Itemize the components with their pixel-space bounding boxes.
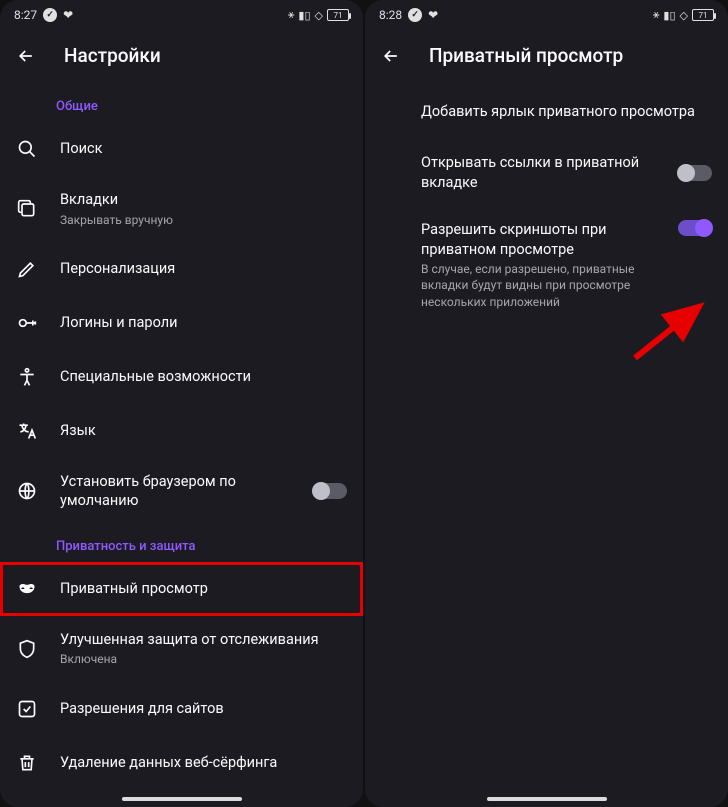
appbar: Настройки [0,30,363,85]
status-time: 8:27 [14,8,37,22]
mask-icon [16,579,38,599]
tabs-icon [16,199,38,219]
nav-handle[interactable] [487,797,607,801]
page-title: Настройки [64,44,161,67]
row-label: Разрешить скриншоты при приватном просмо… [421,220,656,259]
check-icon: ✓ [408,8,422,22]
accessibility-icon [16,367,38,387]
language-icon [16,421,38,441]
row-label: Специальные возможности [60,367,347,387]
row-tracking-protection[interactable]: Улучшенная защита от отслеживания Включе… [0,616,363,682]
wifi-icon: ◇ [315,9,323,22]
row-label: Удаление данных веб-сёрфинга [60,753,347,773]
battery-icon: 71 [692,9,714,21]
wifi-icon: ◇ [680,9,688,22]
row-sublabel: Включена [60,651,347,667]
row-allow-screenshots[interactable]: Разрешить скриншоты при приватном просмо… [365,206,728,324]
row-search[interactable]: Поиск [0,122,363,176]
status-time: 8:28 [379,8,402,22]
signal-icon: ▮▯ [298,9,310,22]
shield-icon [16,639,38,659]
bluetooth-icon: ⚹ [288,8,295,22]
row-delete-browsing-data[interactable]: Удаление данных веб-сёрфинга [0,736,363,790]
search-icon [16,139,38,159]
battery-icon: 71 [327,9,349,21]
row-default-browser[interactable]: Установить браузером по умолчанию [0,458,363,525]
row-label: Вкладки [60,190,347,210]
row-add-shortcut[interactable]: Добавить ярлык приватного просмотра [365,85,728,139]
section-privacy: Приватность и защита [0,525,363,562]
toggle-open-links-private[interactable] [678,165,712,181]
row-label: Приватный просмотр [60,579,347,599]
heart-icon: ❤ [63,8,73,22]
row-label: Логины и пароли [60,313,347,333]
nav-handle[interactable] [122,797,242,801]
row-label: Добавить ярлык приватного просмотра [421,102,712,122]
check-icon: ✓ [43,8,57,22]
row-label: Персонализация [60,259,347,279]
row-label: Открывать ссылки в приватной вкладке [421,153,656,192]
row-label: Установить браузером по умолчанию [60,472,291,511]
permissions-icon [16,699,38,719]
row-tabs[interactable]: Вкладки Закрывать вручную [0,176,363,242]
status-bar: 8:27 ✓ ❤ ⚹ ▮▯ ◇ 71 [0,0,363,30]
row-language[interactable]: Язык [0,404,363,458]
back-icon[interactable] [16,46,36,66]
row-sublabel: В случае, если разрешено, приватные вкла… [421,261,656,310]
page-title: Приватный просмотр [429,44,623,67]
screen-settings: 8:27 ✓ ❤ ⚹ ▮▯ ◇ 71 Настройки Общие Поиск… [0,0,363,807]
status-bar: 8:28 ✓ ❤ ⚹ ▮▯ ◇ 71 [365,0,728,30]
appbar: Приватный просмотр [365,30,728,85]
brush-icon [16,259,38,279]
toggle-allow-screenshots[interactable] [678,220,712,236]
row-label: Язык [60,421,347,441]
trash-icon [16,753,38,773]
row-label: Улучшенная защита от отслеживания [60,630,347,650]
row-accessibility[interactable]: Специальные возможности [0,350,363,404]
heart-icon: ❤ [428,8,438,22]
key-icon [16,313,38,333]
signal-icon: ▮▯ [663,9,675,22]
toggle-default-browser[interactable] [313,483,347,499]
screen-private-browsing: 8:28 ✓ ❤ ⚹ ▮▯ ◇ 71 Приватный просмотр До… [365,0,728,807]
globe-icon [16,481,38,501]
row-site-permissions[interactable]: Разрешения для сайтов [0,682,363,736]
row-customize[interactable]: Персонализация [0,242,363,296]
bluetooth-icon: ⚹ [653,8,660,22]
row-label: Разрешения для сайтов [60,699,347,719]
row-label: Поиск [60,139,347,159]
back-icon[interactable] [381,46,401,66]
row-sublabel: Закрывать вручную [60,212,347,228]
row-logins[interactable]: Логины и пароли [0,296,363,350]
section-general: Общие [0,85,363,122]
row-private-browsing[interactable]: Приватный просмотр [0,562,363,616]
row-open-links-private[interactable]: Открывать ссылки в приватной вкладке [365,139,728,206]
